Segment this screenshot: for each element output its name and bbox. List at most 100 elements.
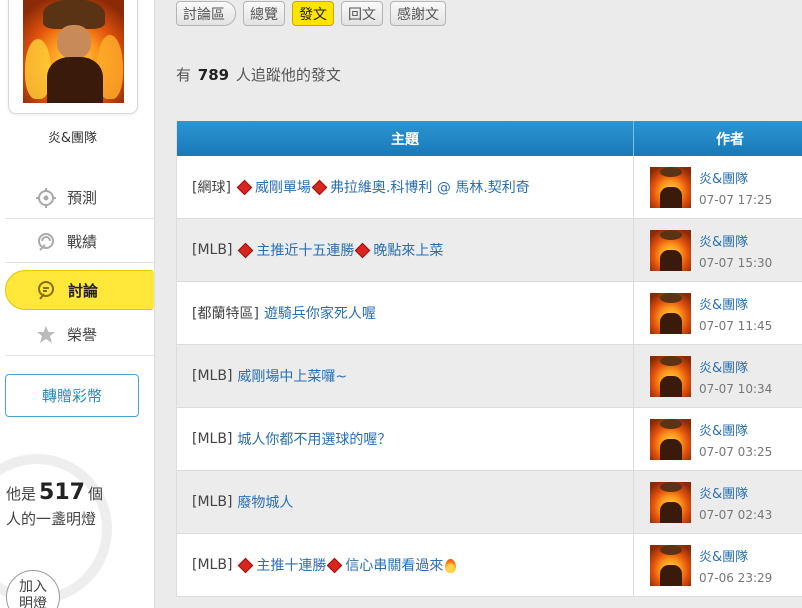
tab-forum[interactable]: 討論區 xyxy=(176,1,236,26)
post-title-link[interactable]: 威剛場中上菜囉~ xyxy=(237,366,347,386)
profile-avatar[interactable] xyxy=(23,0,124,103)
author-avatar[interactable] xyxy=(650,544,691,586)
follower-count-text: 有 789 人追蹤他的發文 xyxy=(176,66,341,84)
gift-coins-button[interactable]: 轉贈彩幣 xyxy=(5,374,139,417)
post-category: [都蘭特區] xyxy=(192,306,259,322)
red-diamond-icon xyxy=(355,242,371,258)
post-category: [網球] xyxy=(192,180,231,196)
post-title-link[interactable]: 遊騎兵你家死人喔 xyxy=(264,303,376,323)
author-info: 炎&團隊 07-07 10:34 xyxy=(699,357,772,396)
post-category: [MLB] xyxy=(192,431,233,447)
sidebar-item-label: 預測 xyxy=(67,189,98,207)
post-category: [MLB] xyxy=(192,242,233,258)
tab-posts[interactable]: 發文 xyxy=(292,1,334,26)
post-title-text: 城人你都不用選球的喔？ xyxy=(237,432,392,448)
table-row: [網球] 威剛單場 弗拉維奧.科博利 @ 馬林.契利奇 炎&團隊 07-07 17:25 xyxy=(177,156,802,219)
header-subject: 主題 xyxy=(177,121,634,156)
author-info: 炎&團隊 07-06 23:29 xyxy=(699,546,772,585)
table-body: [網球] 威剛單場 弗拉維奧.科博利 @ 馬林.契利奇 炎&團隊 07-07 17:25… xyxy=(177,156,802,597)
post-title-text: 威剛單場 xyxy=(254,180,311,196)
author-name[interactable]: 炎&團隊 xyxy=(699,168,772,187)
table-header: 主題 作者 xyxy=(177,121,802,156)
table-row: [MLB] 威剛場中上菜囉~ 炎&團隊 07-07 10:34 xyxy=(177,345,802,408)
post-subject-cell: [MLB] 主推近十五連勝 晚點來上菜 xyxy=(177,219,634,281)
author-avatar[interactable] xyxy=(650,166,691,208)
sidebar-item-honor[interactable]: 榮譽 xyxy=(5,314,154,356)
sidebar-item-label: 榮譽 xyxy=(67,326,98,344)
post-author-cell: 炎&團隊 07-07 11:45 xyxy=(634,282,802,344)
author-avatar[interactable] xyxy=(650,418,691,460)
post-title-link[interactable]: 主推十連勝 信心串關看過來 xyxy=(237,555,457,575)
post-author-cell: 炎&團隊 07-07 02:43 xyxy=(634,471,802,533)
author-avatar[interactable] xyxy=(650,355,691,397)
sidebar-item-discussion[interactable]: 討論 xyxy=(5,270,154,310)
sidebar-item-record[interactable]: 戰績 xyxy=(5,221,154,263)
post-title-text: 晚點來上菜 xyxy=(373,243,444,259)
medal-icon xyxy=(35,324,57,346)
author-info: 炎&團隊 07-07 17:25 xyxy=(699,168,772,207)
post-subject-cell: [MLB] 城人你都不用選球的喔？ xyxy=(177,408,634,470)
post-subject-cell: [MLB] 廢物城人 xyxy=(177,471,634,533)
post-time: 07-07 02:43 xyxy=(699,507,773,522)
post-subject-cell: [MLB] 主推十連勝 信心串關看過來 xyxy=(177,534,634,596)
sidebar-item-predict[interactable]: 預測 xyxy=(5,177,154,219)
author-info: 炎&團隊 07-07 02:43 xyxy=(699,483,772,522)
author-avatar[interactable] xyxy=(650,481,691,523)
author-name[interactable]: 炎&團隊 xyxy=(699,483,772,502)
post-author-cell: 炎&團隊 07-06 23:29 xyxy=(634,534,802,596)
post-time: 07-07 17:25 xyxy=(699,192,773,207)
post-title-link[interactable]: 城人你都不用選球的喔？ xyxy=(237,429,391,449)
post-title-text: 弗拉維奧.科博利 @ 馬林.契利奇 xyxy=(329,180,530,196)
table-row: [MLB] 主推近十五連勝 晚點來上菜 炎&團隊 07-07 15:30 xyxy=(177,219,802,282)
red-diamond-icon xyxy=(327,557,343,573)
follower-count: 789 xyxy=(197,66,230,84)
author-name[interactable]: 炎&團隊 xyxy=(699,357,772,376)
author-info: 炎&團隊 07-07 11:45 xyxy=(699,294,772,333)
author-avatar[interactable] xyxy=(650,292,691,334)
trophy-record-icon xyxy=(35,231,57,253)
lamp-count-text: 他是 517 個 xyxy=(6,480,103,505)
author-name[interactable]: 炎&團隊 xyxy=(699,546,772,565)
table-row: [MLB] 廢物城人 炎&團隊 07-07 02:43 xyxy=(177,471,802,534)
post-tabs: 討論區 總覽 發文 回文 感謝文 xyxy=(176,1,446,26)
lamp-caption: 人的一盞明燈 xyxy=(6,510,97,528)
post-category: [MLB] xyxy=(192,557,233,573)
profile-avatar-frame xyxy=(8,0,138,114)
post-time: 07-07 11:45 xyxy=(699,318,773,333)
post-title-text: 廢物城人 xyxy=(237,495,294,511)
post-title-link[interactable]: 威剛單場 弗拉維奧.科博利 @ 馬林.契利奇 xyxy=(236,177,530,197)
post-title-link[interactable]: 主推近十五連勝 晚點來上菜 xyxy=(237,240,443,260)
author-info: 炎&團隊 07-07 03:25 xyxy=(699,420,772,459)
discussion-icon xyxy=(36,279,58,301)
posts-table: 主題 作者 [網球] 威剛單場 弗拉維奧.科博利 @ 馬林.契利奇 炎&團隊 07-07… xyxy=(176,121,802,597)
tab-replies[interactable]: 回文 xyxy=(341,1,383,26)
author-name[interactable]: 炎&團隊 xyxy=(699,420,772,439)
author-name[interactable]: 炎&團隊 xyxy=(699,294,772,313)
post-author-cell: 炎&團隊 07-07 17:25 xyxy=(634,156,802,218)
red-diamond-icon xyxy=(238,557,254,573)
post-time: 07-07 10:34 xyxy=(699,381,773,396)
profile-username: 炎&團隊 xyxy=(47,131,98,146)
table-row: [都蘭特區] 遊騎兵你家死人喔 炎&團隊 07-07 11:45 xyxy=(177,282,802,345)
red-diamond-icon xyxy=(238,242,254,258)
post-author-cell: 炎&團隊 07-07 15:30 xyxy=(634,219,802,281)
post-title-text: 主推近十五連勝 xyxy=(256,243,355,259)
author-name[interactable]: 炎&團隊 xyxy=(699,231,772,250)
tab-thanks[interactable]: 感謝文 xyxy=(390,1,446,26)
post-title-text: 信心串關看過來 xyxy=(345,558,444,574)
author-avatar[interactable] xyxy=(650,229,691,271)
post-author-cell: 炎&團隊 07-07 03:25 xyxy=(634,408,802,470)
post-category: [MLB] xyxy=(192,368,233,384)
post-title-link[interactable]: 廢物城人 xyxy=(237,492,293,512)
sidebar-item-label: 戰績 xyxy=(67,233,98,251)
red-diamond-icon xyxy=(236,179,253,195)
post-author-cell: 炎&團隊 07-07 10:34 xyxy=(634,345,802,407)
post-subject-cell: [網球] 威剛單場 弗拉維奧.科博利 @ 馬林.契利奇 xyxy=(177,156,634,218)
post-subject-cell: [都蘭特區] 遊騎兵你家死人喔 xyxy=(177,282,634,344)
post-time: 07-07 03:25 xyxy=(699,444,773,459)
post-title-text: 主推十連勝 xyxy=(256,558,327,574)
post-time: 07-07 15:30 xyxy=(699,255,773,270)
table-row: [MLB] 城人你都不用選球的喔？ 炎&團隊 07-07 03:25 xyxy=(177,408,802,471)
post-subject-cell: [MLB] 威剛場中上菜囉~ xyxy=(177,345,634,407)
tab-overview[interactable]: 總覽 xyxy=(243,1,285,26)
